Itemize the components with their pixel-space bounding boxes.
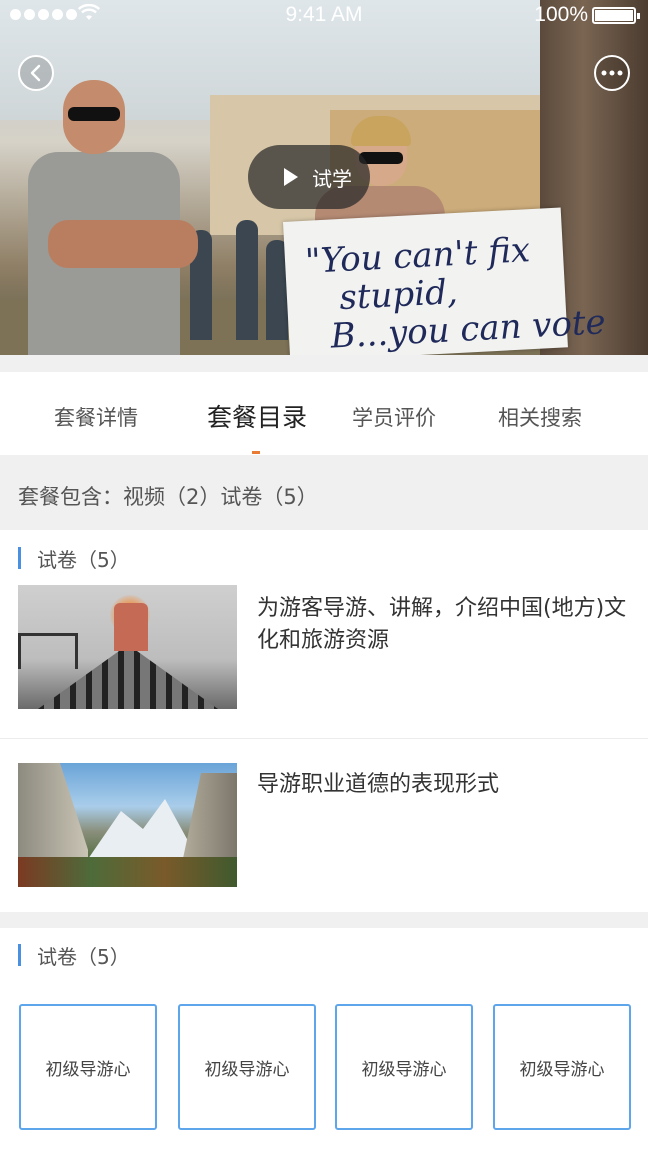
back-button[interactable] [18,55,54,91]
section-title: 试卷（5） [37,547,130,572]
active-tab-indicator [252,451,260,454]
valley-thumbnail [18,763,237,887]
package-summary-bar: 套餐包含：视频（2）试卷（5） [0,455,648,530]
list-item-title: 为游客导游、讲解，介绍中国(地方)文化和旅游资源 [257,596,627,653]
section-accent-bar [18,944,21,966]
section-header-papers-2: 试卷（5） [18,943,130,969]
paper-card-label: 初级导游心 [519,1059,605,1080]
battery-percent: 100% [534,3,588,26]
paper-card[interactable]: 初级导游心 [178,1004,316,1130]
hero-protest-sign: "You can't fix stupid, B...you can vote [283,207,607,355]
battery-icon [592,7,640,24]
more-dots-icon [601,70,623,76]
sign-text: "You can't fix stupid, B...you can vote [304,230,607,355]
paper-card[interactable]: 初级导游心 [19,1004,157,1130]
tab-package-details[interactable]: 套餐详情 [54,402,138,432]
status-bar: 9:41 AM 100% [0,0,648,30]
train-thumbnail [18,585,237,709]
section-title: 试卷（5） [37,944,130,969]
paper-card-label: 初级导游心 [45,1059,131,1080]
tab-related-search[interactable]: 相关搜索 [498,402,582,432]
tab-student-reviews[interactable]: 学员评价 [352,402,436,432]
paper-card[interactable]: 初级导游心 [335,1004,473,1130]
hero-background-people [190,210,290,340]
list-item-title: 导游职业道德的表现形式 [257,772,500,797]
section-header-papers: 试卷（5） [18,546,130,572]
paper-card-label: 初级导游心 [361,1059,447,1080]
trial-play-button[interactable]: 试学 [248,145,370,209]
section-accent-bar [18,547,21,569]
tabs-container: 套餐详情 套餐目录 学员评价 相关搜索 [0,355,648,455]
chevron-left-icon [30,64,41,82]
list-divider [0,738,648,739]
package-summary: 套餐包含：视频（2）试卷（5） [18,485,318,509]
play-icon [284,168,298,186]
tab-package-catalog[interactable]: 套餐目录 [207,398,307,434]
list-item[interactable]: 导游职业道德的表现形式 [0,763,648,893]
list-item[interactable]: 为游客导游、讲解，介绍中国(地方)文化和旅游资源 [0,585,648,738]
tab-bar: 套餐详情 套餐目录 学员评价 相关搜索 [0,372,648,455]
more-button[interactable] [594,55,630,91]
section-separator [0,912,648,928]
paper-card-label: 初级导游心 [204,1059,290,1080]
trial-label: 试学 [312,166,352,191]
hero-person-man [28,80,198,355]
paper-card[interactable]: 初级导游心 [493,1004,631,1130]
